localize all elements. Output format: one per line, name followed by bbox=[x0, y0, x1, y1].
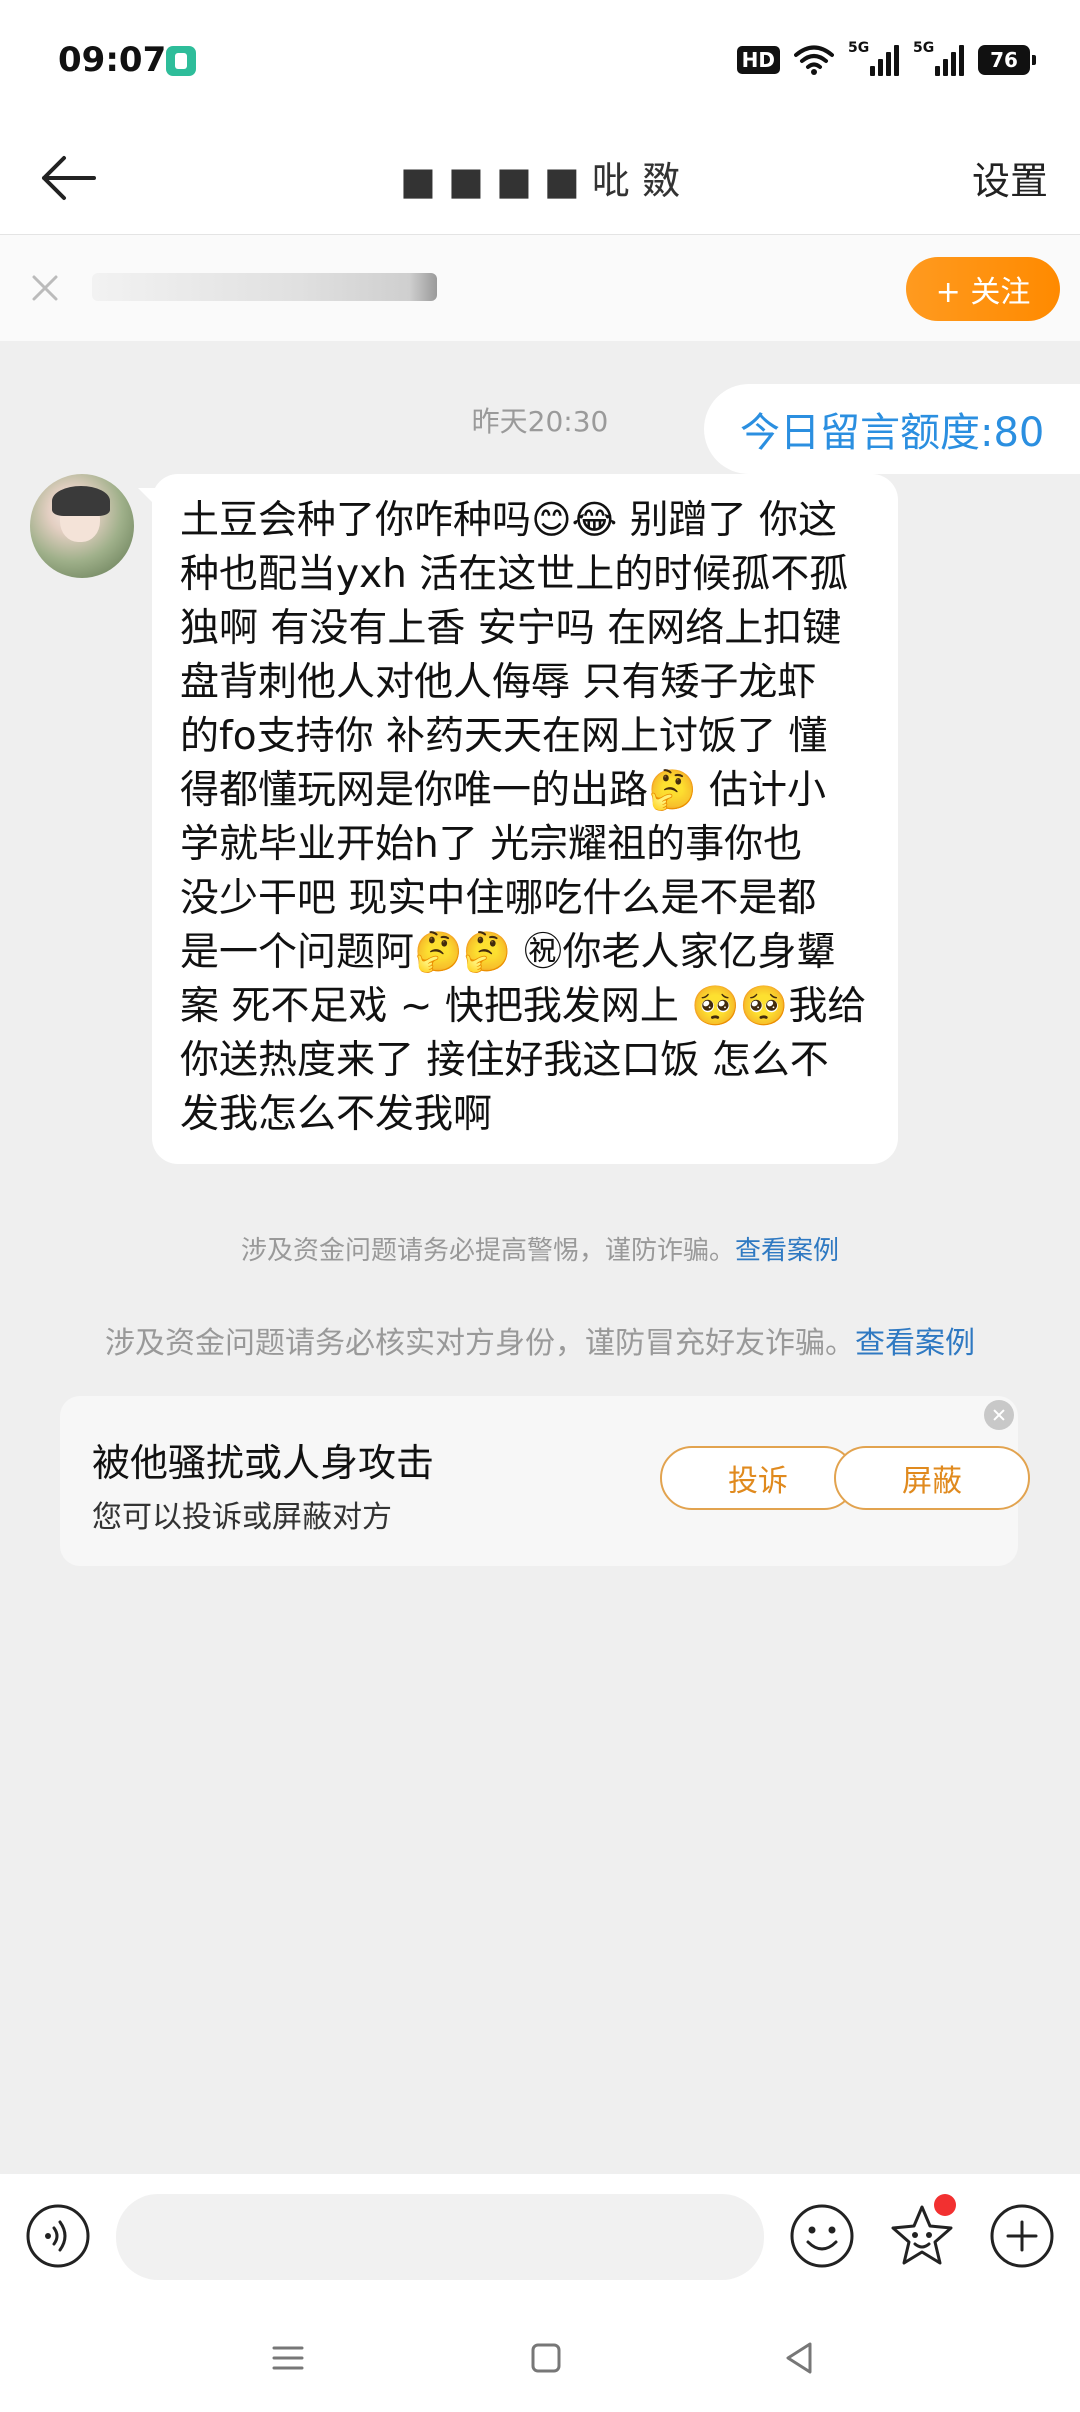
close-icon[interactable] bbox=[28, 271, 62, 305]
app-notification-icon bbox=[166, 46, 196, 76]
message-line: 没少干吧 现实中住哪吃什么是不是都 bbox=[180, 876, 817, 921]
fraud-warning-1-text: 涉及资金问题请务必提高警惕，谨防诈骗。 bbox=[240, 1236, 735, 1266]
message-line: 得都懂玩网是你唯一的出路🤔 估计小 bbox=[180, 768, 826, 813]
avatar[interactable] bbox=[30, 474, 134, 578]
home-icon[interactable] bbox=[526, 2338, 566, 2378]
cellular-signal-icon: 5G bbox=[913, 40, 964, 76]
report-card-title: 被他骚扰或人身攻击 bbox=[92, 1441, 435, 1485]
cellular-signal-icon: 5G bbox=[848, 40, 899, 76]
status-indicators: HD 5G 5G 76 bbox=[736, 40, 1036, 80]
report-button[interactable]: 投诉 bbox=[660, 1446, 856, 1510]
page-title: ■ ■ ■ ■ 吡 敪 bbox=[399, 159, 680, 203]
blurred-user-text bbox=[92, 273, 437, 301]
voice-icon[interactable] bbox=[24, 2202, 92, 2270]
follow-button[interactable]: + 关注 bbox=[906, 257, 1060, 321]
message-quota-badge: 今日留言额度:80 bbox=[704, 384, 1080, 474]
message-line: 案 死不足戏 ~ 快把我发网上 🥺🥺我给 bbox=[180, 984, 867, 1029]
chat-header: ■ ■ ■ ■ 吡 敪 设置 bbox=[0, 120, 1080, 235]
block-button[interactable]: 屏蔽 bbox=[834, 1446, 1030, 1510]
message-line: 的fo支持你 补药天天在网上讨饭了 懂 bbox=[180, 714, 828, 759]
fraud-warning-1: 涉及资金问题请务必提高警惕，谨防诈骗。查看案例 bbox=[0, 1230, 1080, 1267]
follow-banner: + 关注 bbox=[0, 235, 1080, 341]
wifi-icon bbox=[794, 45, 834, 75]
close-icon[interactable] bbox=[984, 1400, 1014, 1430]
signal-1-label: 5G bbox=[848, 40, 870, 56]
message-bubble: 土豆会种了你咋种吗😊😂 别蹭了 你这 种也配当yxh 活在这世上的时候孤不孤 独… bbox=[138, 474, 898, 1164]
message-line: 土豆会种了你咋种吗😊😂 别蹭了 你这 bbox=[180, 498, 838, 543]
back-triangle-icon[interactable] bbox=[780, 2338, 820, 2378]
status-time: 09:07 bbox=[58, 40, 167, 80]
message-line: 你送热度来了 接住好我这口饭 怎么不 bbox=[180, 1038, 829, 1083]
hd-icon: HD bbox=[736, 46, 780, 74]
emoji-icon[interactable] bbox=[788, 2202, 856, 2270]
battery-icon: 76 bbox=[978, 45, 1036, 75]
message-line: 是一个问题阿🤔🤔 ㊗你老人家亿身顰 bbox=[180, 930, 836, 975]
notification-dot bbox=[934, 2194, 956, 2216]
message-input[interactable] bbox=[116, 2194, 764, 2280]
message-line: 盘背刺他人对他人侮辱 只有矮子龙虾 bbox=[180, 660, 817, 705]
report-card-subtitle: 您可以投诉或屏蔽对方 bbox=[92, 1500, 392, 1535]
fraud-warning-2-text: 涉及资金问题请务必核实对方身份，谨防冒充好友诈骗。 bbox=[105, 1326, 855, 1361]
message-input-bar bbox=[0, 2174, 1080, 2298]
view-cases-link[interactable]: 查看案例 bbox=[735, 1236, 839, 1266]
harassment-report-card: 被他骚扰或人身攻击 您可以投诉或屏蔽对方 投诉 屏蔽 bbox=[60, 1396, 1030, 1566]
status-bar: 09:07 HD 5G 5G 76 bbox=[0, 0, 1080, 120]
signal-2-label: 5G bbox=[913, 40, 935, 56]
message-line: 学就毕业开始h了 光宗耀祖的事你也 bbox=[180, 822, 803, 867]
system-nav-bar bbox=[0, 2298, 1080, 2412]
plus-icon[interactable] bbox=[988, 2202, 1056, 2270]
view-cases-link[interactable]: 查看案例 bbox=[855, 1326, 975, 1361]
menu-icon[interactable] bbox=[268, 2338, 308, 2378]
message-line: 独啊 有没有上香 安宁吗 在网络上扣键 bbox=[180, 606, 842, 651]
message-line: 种也配当yxh 活在这世上的时候孤不孤 bbox=[180, 552, 849, 597]
fraud-warning-2: 涉及资金问题请务必核实对方身份，谨防冒充好友诈骗。查看案例 bbox=[0, 1318, 1080, 1362]
message-timestamp: 昨天20:30 bbox=[471, 405, 609, 438]
settings-button[interactable]: 设置 bbox=[972, 150, 1048, 205]
message-line: 发我怎么不发我啊 bbox=[180, 1092, 493, 1137]
